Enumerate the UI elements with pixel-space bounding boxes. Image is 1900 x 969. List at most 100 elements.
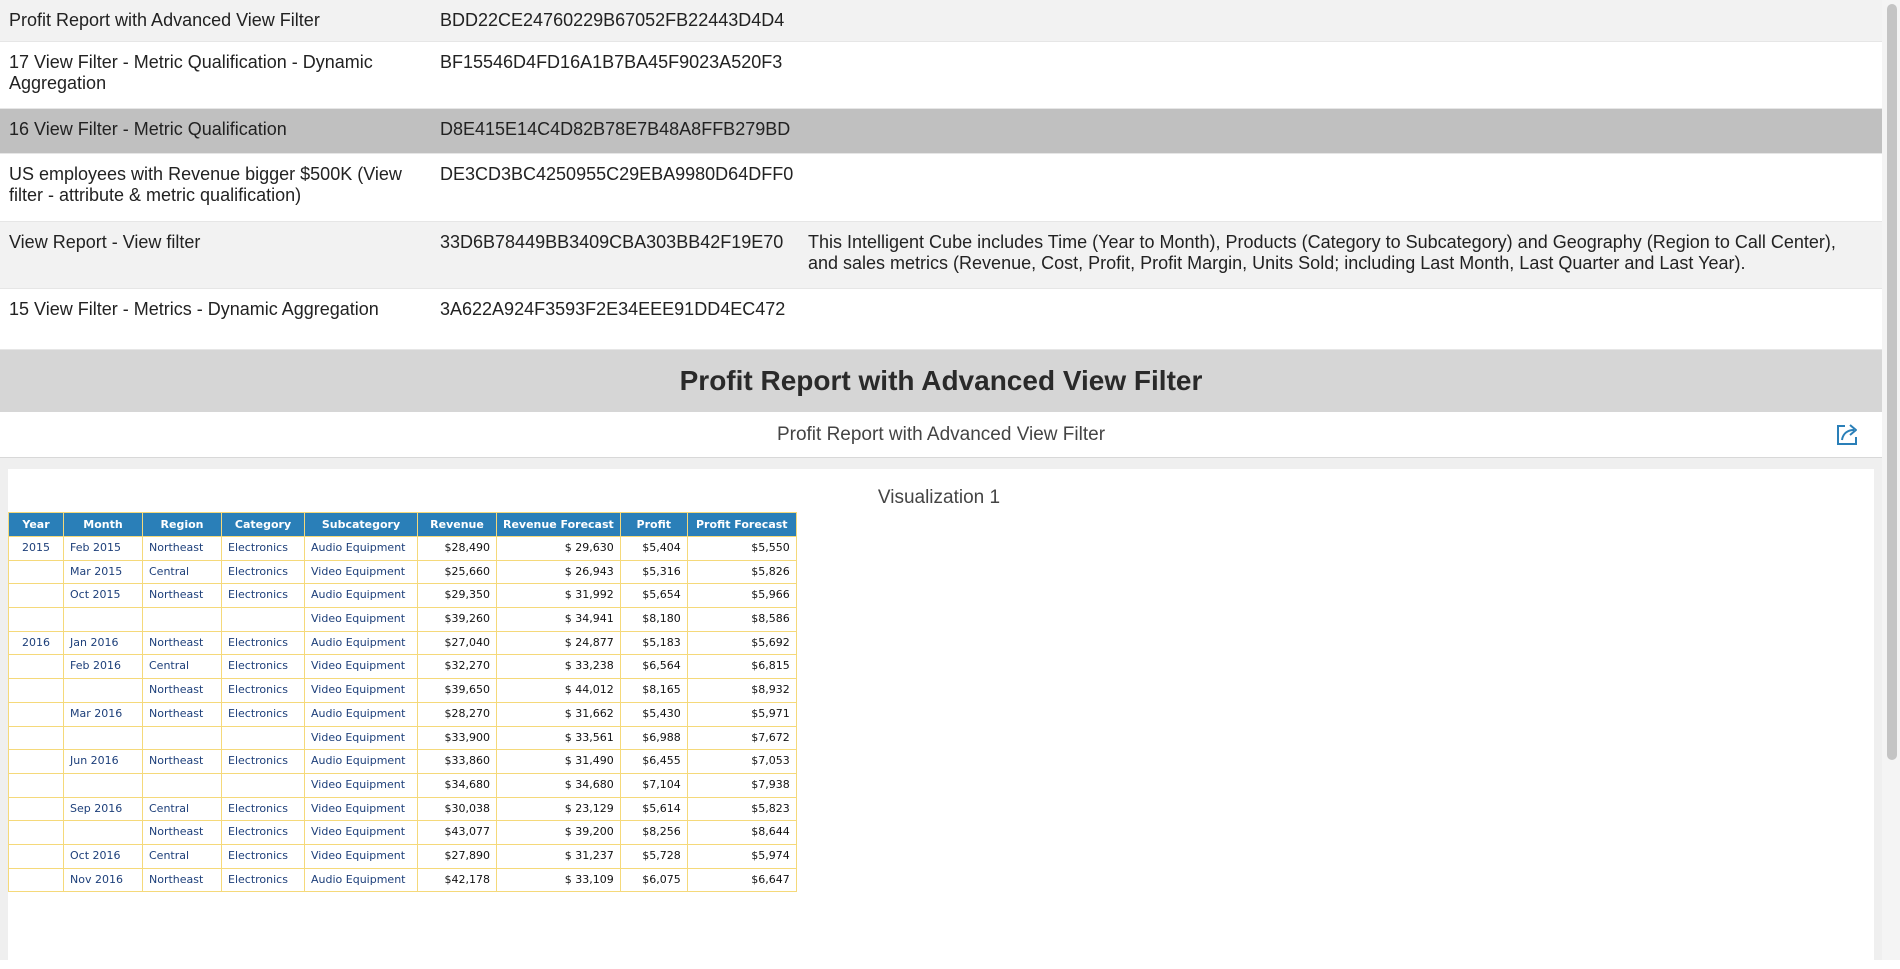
cell-profit[interactable]: $6,455 [619, 749, 688, 774]
cell-month[interactable] [63, 726, 143, 751]
cell-region[interactable]: Central [142, 654, 222, 680]
cell-year[interactable]: 2016 [8, 630, 64, 656]
cell-month[interactable] [63, 678, 143, 703]
cell-region[interactable] [142, 607, 222, 632]
cell-year[interactable] [8, 797, 64, 822]
report-name[interactable]: View Report - View filter [9, 232, 440, 253]
cell-profit[interactable]: $5,404 [619, 536, 688, 561]
cell-subcategory[interactable]: Audio Equipment [304, 749, 418, 774]
cell-month[interactable]: Oct 2015 [63, 583, 143, 609]
cell-month[interactable] [63, 607, 143, 632]
cell-category[interactable]: Electronics [221, 654, 305, 680]
cell-year[interactable] [8, 868, 64, 893]
cell-subcategory[interactable]: Video Equipment [304, 654, 418, 680]
cell-revenue-forecast[interactable]: $ 44,012 [496, 678, 621, 703]
column-header-revenue-forecast[interactable]: Revenue Forecast [496, 512, 621, 537]
report-name[interactable]: 16 View Filter - Metric Qualification [9, 119, 440, 140]
scrollbar-thumb[interactable] [1887, 4, 1897, 760]
report-row[interactable]: 17 View Filter - Metric Qualification - … [0, 42, 1882, 109]
column-header-profit-forecast[interactable]: Profit Forecast [686, 512, 797, 537]
cell-year[interactable] [8, 702, 64, 727]
cell-profit-forecast[interactable]: $5,550 [686, 536, 797, 561]
cell-subcategory[interactable]: Audio Equipment [304, 583, 418, 609]
cell-profit-forecast[interactable]: $5,971 [686, 701, 797, 727]
cell-region[interactable]: Northeast [142, 749, 222, 774]
cell-revenue[interactable]: $30,038 [417, 796, 497, 822]
column-header-subcategory[interactable]: Subcategory [304, 512, 418, 537]
share-export-icon[interactable] [1834, 422, 1860, 448]
cell-month[interactable]: Mar 2016 [63, 701, 143, 727]
cell-profit[interactable]: $7,104 [619, 772, 688, 798]
cell-profit-forecast[interactable]: $8,932 [686, 678, 797, 703]
cell-category[interactable] [221, 726, 305, 751]
cell-region[interactable]: Northeast [142, 678, 222, 703]
report-row[interactable]: 15 View Filter - Metrics - Dynamic Aggre… [0, 289, 1882, 350]
cell-profit[interactable]: $5,183 [619, 630, 688, 656]
vertical-scrollbar[interactable] [1882, 0, 1900, 960]
cell-profit-forecast[interactable]: $5,826 [686, 559, 797, 585]
cell-subcategory[interactable]: Video Equipment [304, 607, 418, 632]
cell-category[interactable]: Electronics [221, 796, 305, 822]
cell-subcategory[interactable]: Video Equipment [304, 678, 418, 703]
cell-year[interactable] [8, 844, 64, 869]
cell-revenue[interactable]: $32,270 [417, 654, 497, 680]
cell-revenue-forecast[interactable]: $ 31,662 [496, 701, 621, 727]
cell-region[interactable]: Central [142, 796, 222, 822]
cell-month[interactable]: Feb 2015 [63, 536, 143, 561]
cell-profit[interactable]: $8,180 [619, 607, 688, 632]
cell-profit-forecast[interactable]: $5,823 [686, 796, 797, 822]
report-name[interactable]: 17 View Filter - Metric Qualification - … [9, 52, 440, 94]
cell-revenue-forecast[interactable]: $ 24,877 [496, 630, 621, 656]
cell-revenue[interactable]: $29,350 [417, 583, 497, 609]
cell-category[interactable]: Electronics [221, 867, 305, 893]
cell-year[interactable] [8, 678, 64, 703]
cell-revenue-forecast[interactable]: $ 33,238 [496, 654, 621, 680]
column-header-profit[interactable]: Profit [619, 512, 688, 537]
cell-category[interactable]: Electronics [221, 678, 305, 703]
cell-year[interactable] [8, 820, 64, 845]
cell-revenue[interactable]: $33,900 [417, 725, 497, 751]
cell-revenue-forecast[interactable]: $ 23,129 [496, 796, 621, 822]
cell-year[interactable] [8, 773, 64, 798]
cell-category[interactable] [221, 607, 305, 632]
column-header-revenue[interactable]: Revenue [417, 512, 497, 537]
cell-region[interactable]: Central [142, 843, 222, 869]
cell-category[interactable]: Electronics [221, 749, 305, 774]
cell-subcategory[interactable]: Video Equipment [304, 772, 418, 798]
cell-region[interactable] [142, 773, 222, 798]
cell-revenue-forecast[interactable]: $ 33,561 [496, 725, 621, 751]
cell-month[interactable] [63, 820, 143, 845]
cell-year[interactable]: 2015 [8, 536, 64, 561]
cell-profit-forecast[interactable]: $7,672 [686, 725, 797, 751]
cell-revenue[interactable]: $27,890 [417, 843, 497, 869]
report-row[interactable]: View Report - View filter 33D6B78449BB34… [0, 222, 1882, 289]
cell-revenue[interactable]: $27,040 [417, 630, 497, 656]
cell-region[interactable]: Northeast [142, 701, 222, 727]
cell-revenue[interactable]: $33,860 [417, 749, 497, 774]
cell-subcategory[interactable]: Video Equipment [304, 559, 418, 585]
cell-year[interactable] [8, 607, 64, 632]
cell-year[interactable] [8, 583, 64, 609]
cell-category[interactable]: Electronics [221, 630, 305, 656]
cell-revenue-forecast[interactable]: $ 34,941 [496, 607, 621, 632]
column-header-month[interactable]: Month [63, 512, 143, 537]
cell-revenue[interactable]: $25,660 [417, 559, 497, 585]
cell-profit[interactable]: $5,316 [619, 559, 688, 585]
report-row-selected[interactable]: 16 View Filter - Metric Qualification D8… [0, 109, 1882, 154]
cell-revenue-forecast[interactable]: $ 31,237 [496, 843, 621, 869]
cell-profit-forecast[interactable]: $6,815 [686, 654, 797, 680]
report-row[interactable]: US employees with Revenue bigger $500K (… [0, 154, 1882, 222]
cell-subcategory[interactable]: Video Equipment [304, 796, 418, 822]
cell-month[interactable]: Sep 2016 [63, 796, 143, 822]
cell-subcategory[interactable]: Video Equipment [304, 725, 418, 751]
cell-category[interactable]: Electronics [221, 559, 305, 585]
cell-revenue-forecast[interactable]: $ 31,992 [496, 583, 621, 609]
cell-revenue-forecast[interactable]: $ 39,200 [496, 820, 621, 845]
cell-revenue[interactable]: $39,260 [417, 607, 497, 632]
cell-region[interactable]: Northeast [142, 583, 222, 609]
cell-revenue-forecast[interactable]: $ 34,680 [496, 772, 621, 798]
cell-profit[interactable]: $6,075 [619, 867, 688, 893]
report-name[interactable]: 15 View Filter - Metrics - Dynamic Aggre… [9, 299, 440, 320]
cell-month[interactable]: Jun 2016 [63, 749, 143, 774]
cell-month[interactable]: Oct 2016 [63, 843, 143, 869]
